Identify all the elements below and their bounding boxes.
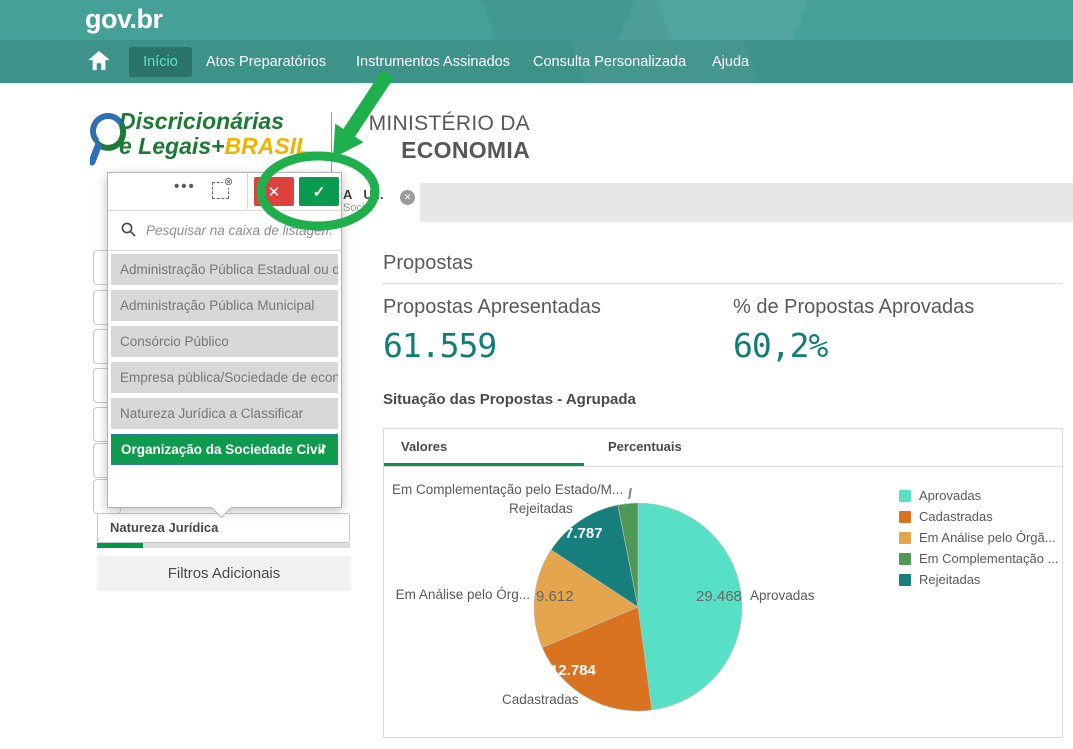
legend-swatch-em-analise (899, 532, 911, 544)
nav-item-ajuda[interactable]: Ajuda (712, 54, 749, 70)
legend-swatch-em-complementacao (899, 553, 911, 565)
selections-bar (339, 183, 1073, 222)
kpi-propostas-aprovadas-value: 60,2% (733, 326, 827, 365)
remove-selection-icon[interactable]: ✕ (400, 190, 415, 205)
govbr-header: gov.br (0, 0, 1073, 40)
pie-label-cadastradas: Cadastradas (502, 692, 579, 707)
filter-listbox-popup: ••• ⊗ ✕ ✓ Administração Pública Estadual… (107, 172, 342, 508)
logo-divider (331, 112, 332, 172)
chart-legend: Aprovadas Cadastradas Em Análise pelo Ór… (899, 485, 1058, 590)
legend-item: Aprovadas (899, 485, 1058, 506)
legend-swatch-rejeitadas (899, 574, 911, 586)
popup-toolbar: ••• ⊗ ✕ ✓ (108, 173, 341, 211)
nav-item-label: Início (143, 54, 178, 70)
pie-leader-line (628, 488, 631, 499)
title-divider (383, 283, 1063, 284)
pie-label-em-analise: Em Análise pelo Órg... (390, 587, 530, 602)
legend-item: Rejeitadas (899, 569, 1058, 590)
pie-value-rejeitadas: 7.787 (565, 525, 603, 542)
more-options-icon[interactable]: ••• (174, 178, 196, 195)
page-title: Propostas (383, 252, 473, 275)
selection-chip[interactable]: AU... Soci... ✕ (339, 183, 420, 222)
app-window: gov.br Início Atos Preparatórios Instrum… (0, 0, 1073, 749)
legend-item: Cadastradas (899, 506, 1058, 527)
list-item[interactable]: Consórcio Público (111, 326, 338, 357)
nav-item-inicio[interactable]: Início (129, 47, 192, 77)
kpi-propostas-apresentadas-value: 61.559 (383, 326, 496, 365)
pie-slice-aprovadas[interactable] (638, 503, 742, 710)
toolbar-divider (247, 173, 248, 209)
chart-card: Valores Percentuais Em Complementação pe… (383, 428, 1063, 738)
ministry-line1: MINISTÉRIO DA (350, 111, 530, 137)
list-item[interactable]: Natureza Jurídica a Classificar (111, 398, 338, 429)
pie-value-cadastradas: 12.784 (550, 662, 596, 679)
selection-chip-value: Soci... (343, 202, 374, 214)
search-input[interactable] (144, 216, 333, 244)
tab-percentuais[interactable]: Percentuais (584, 429, 784, 466)
selected-check-icon: ✓ (317, 435, 328, 464)
program-logo-brand: BRASIL (224, 133, 310, 159)
kpi-propostas-aprovadas-label: % de Propostas Aprovadas (733, 296, 974, 319)
legend-item: Em Complementação ... (899, 548, 1058, 569)
section-title: Situação das Propostas - Agrupada (383, 391, 636, 408)
selection-progress-fill (97, 543, 143, 548)
program-logo-line2: e Legais (119, 133, 211, 159)
legend-swatch-cadastradas (899, 511, 911, 523)
list-item[interactable]: Administração Pública Estadual ou do ... (111, 254, 338, 285)
selection-progress (97, 543, 350, 548)
pie-label-em-complementacao: Em Complementação pelo Estado/M... (392, 482, 623, 497)
nav-item-instrumentos-assinados[interactable]: Instrumentos Assinados (356, 54, 510, 70)
pie-value-aprovadas: 29.468 (696, 588, 742, 605)
ministry-logo: MINISTÉRIO DA ECONOMIA (350, 111, 530, 163)
chart-tabs: Valores Percentuais (384, 429, 1062, 467)
nav-item-atos-preparatorios[interactable]: Atos Preparatórios (206, 54, 326, 70)
additional-filters-button[interactable]: Filtros Adicionais (97, 556, 351, 591)
filter-natureza-juridica[interactable]: Natureza Jurídica (97, 513, 350, 543)
legend-swatch-aprovadas (899, 490, 911, 502)
tab-valores[interactable]: Valores (384, 429, 584, 466)
ministry-line2: ECONOMIA (350, 137, 530, 163)
program-logo: Discricionárias e Legais+BRASIL (119, 109, 310, 159)
list-item-label: Organização da Sociedade Civil (121, 442, 325, 457)
selection-chip-field: AU... (343, 187, 384, 202)
pie-label-aprovadas: Aprovadas (750, 588, 815, 603)
govbr-logo: gov.br (85, 4, 163, 35)
listbox-search (108, 210, 341, 251)
cancel-selection-button[interactable]: ✕ (254, 177, 294, 206)
search-icon (121, 222, 136, 237)
nav-item-consulta-personalizada[interactable]: Consulta Personalizada (533, 54, 686, 70)
kpi-propostas-apresentadas-label: Propostas Apresentadas (383, 296, 601, 319)
legend-item: Em Análise pelo Órgã... (899, 527, 1058, 548)
pie-value-em-analise: 9.612 (536, 588, 574, 605)
clear-selection-icon[interactable]: ⊗ (212, 182, 229, 199)
list-item[interactable]: Empresa pública/Sociedade de econo... (111, 362, 338, 393)
list-item-selected[interactable]: Organização da Sociedade Civil ✓ (111, 434, 338, 465)
listbox-values: Administração Pública Estadual ou do ...… (111, 254, 338, 470)
program-logo-plus: + (211, 133, 224, 159)
confirm-selection-button[interactable]: ✓ (299, 177, 339, 206)
pie-label-rejeitadas: Rejeitadas (509, 501, 573, 516)
list-item[interactable]: Administração Pública Municipal (111, 290, 338, 321)
home-icon[interactable] (88, 51, 110, 71)
program-logo-line1: Discricionárias (119, 108, 284, 134)
